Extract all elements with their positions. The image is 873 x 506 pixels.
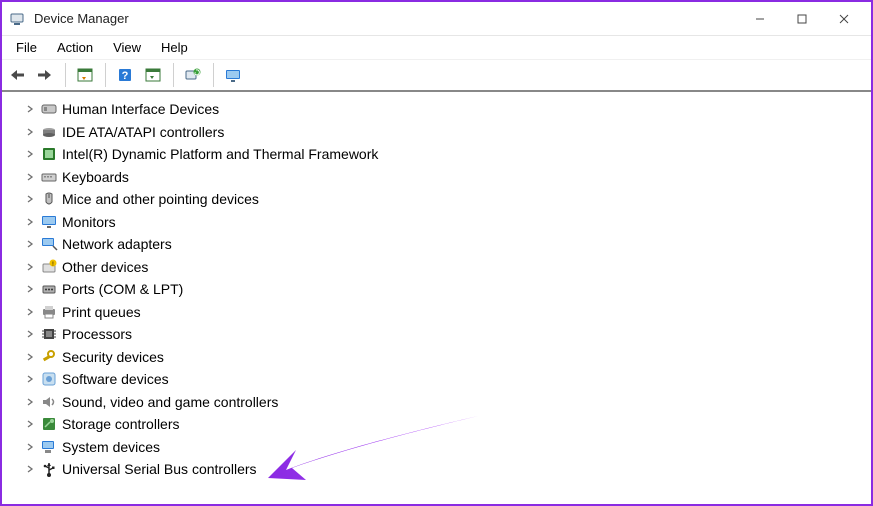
chevron-right-icon[interactable] [24,193,36,205]
node-label: Sound, video and game controllers [62,394,278,410]
node-label: Keyboards [62,169,129,185]
device-tree[interactable]: Human Interface Devices IDE ATA/ATAPI con… [2,92,871,504]
usb-icon [40,460,58,478]
chevron-right-icon[interactable] [24,351,36,363]
tree-node-processors[interactable]: Processors [6,323,867,346]
keyboards-icon [40,168,58,186]
tree-node-security[interactable]: Security devices [6,346,867,369]
chevron-right-icon[interactable] [24,171,36,183]
toolbar-separator [208,63,214,87]
security-icon [40,348,58,366]
hid-icon [40,100,58,118]
chevron-right-icon[interactable] [24,283,36,295]
mice-icon [40,190,58,208]
node-label: Monitors [62,214,116,230]
close-button[interactable] [823,4,865,34]
window-title: Device Manager [34,11,739,26]
chevron-right-icon[interactable] [24,306,36,318]
chevron-right-icon[interactable] [24,238,36,250]
menubar: File Action View Help [2,36,871,60]
print-icon [40,303,58,321]
chevron-right-icon[interactable] [24,441,36,453]
monitor-button[interactable] [220,63,246,87]
chevron-right-icon[interactable] [24,396,36,408]
tree-node-network[interactable]: Network adapters [6,233,867,256]
storage-icon [40,415,58,433]
properties-button[interactable] [140,63,166,87]
tree-node-system[interactable]: System devices [6,436,867,459]
dptf-icon [40,145,58,163]
nav-back-button[interactable] [4,63,30,87]
menu-file[interactable]: File [6,38,47,57]
tree-node-keyboards[interactable]: Keyboards [6,166,867,189]
tree-node-sound[interactable]: Sound, video and game controllers [6,391,867,414]
titlebar: Device Manager [2,2,871,36]
chevron-right-icon[interactable] [24,261,36,273]
toolbar-separator [60,63,66,87]
svg-text:?: ? [122,70,129,82]
sound-icon [40,393,58,411]
node-label: Intel(R) Dynamic Platform and Thermal Fr… [62,146,378,162]
show-hide-tree-button[interactable] [72,63,98,87]
tree-node-monitors[interactable]: Monitors [6,211,867,234]
chevron-right-icon[interactable] [24,216,36,228]
ports-icon [40,280,58,298]
chevron-right-icon[interactable] [24,373,36,385]
tree-node-print[interactable]: Print queues [6,301,867,324]
node-label: Network adapters [62,236,172,252]
scan-hardware-button[interactable] [180,63,206,87]
maximize-button[interactable] [781,4,823,34]
toolbar-separator [100,63,106,87]
tree-node-dptf[interactable]: Intel(R) Dynamic Platform and Thermal Fr… [6,143,867,166]
chevron-right-icon[interactable] [24,103,36,115]
node-label: Ports (COM & LPT) [62,281,183,297]
menu-help[interactable]: Help [151,38,198,57]
toolbar: ? [2,60,871,92]
window-controls [739,4,865,34]
app-icon [8,10,26,28]
node-label: Print queues [62,304,141,320]
other-icon: ! [40,258,58,276]
chevron-right-icon[interactable] [24,328,36,340]
chevron-right-icon[interactable] [24,126,36,138]
node-label: Human Interface Devices [62,101,219,117]
monitors-icon [40,213,58,231]
tree-node-software[interactable]: Software devices [6,368,867,391]
chevron-right-icon[interactable] [24,463,36,475]
processors-icon [40,325,58,343]
menu-view[interactable]: View [103,38,151,57]
node-label: Security devices [62,349,164,365]
node-label: Processors [62,326,132,342]
software-icon [40,370,58,388]
ide-icon [40,123,58,141]
node-label: IDE ATA/ATAPI controllers [62,124,224,140]
node-label: Other devices [62,259,148,275]
tree-node-hid[interactable]: Human Interface Devices [6,98,867,121]
node-label: Software devices [62,371,169,387]
nav-forward-button[interactable] [32,63,58,87]
tree-node-storage[interactable]: Storage controllers [6,413,867,436]
tree-node-mice[interactable]: Mice and other pointing devices [6,188,867,211]
network-icon [40,235,58,253]
node-label: Universal Serial Bus controllers [62,461,257,477]
menu-action[interactable]: Action [47,38,103,57]
tree-node-ide[interactable]: IDE ATA/ATAPI controllers [6,121,867,144]
system-icon [40,438,58,456]
help-button[interactable]: ? [112,63,138,87]
chevron-right-icon[interactable] [24,148,36,160]
tree-node-ports[interactable]: Ports (COM & LPT) [6,278,867,301]
toolbar-separator [168,63,174,87]
tree-node-usb[interactable]: Universal Serial Bus controllers [6,458,867,481]
minimize-button[interactable] [739,4,781,34]
tree-node-other[interactable]: !Other devices [6,256,867,279]
node-label: Storage controllers [62,416,180,432]
node-label: System devices [62,439,160,455]
node-label: Mice and other pointing devices [62,191,259,207]
chevron-right-icon[interactable] [24,418,36,430]
device-manager-window: Device Manager File Action View Help ? [0,0,873,506]
